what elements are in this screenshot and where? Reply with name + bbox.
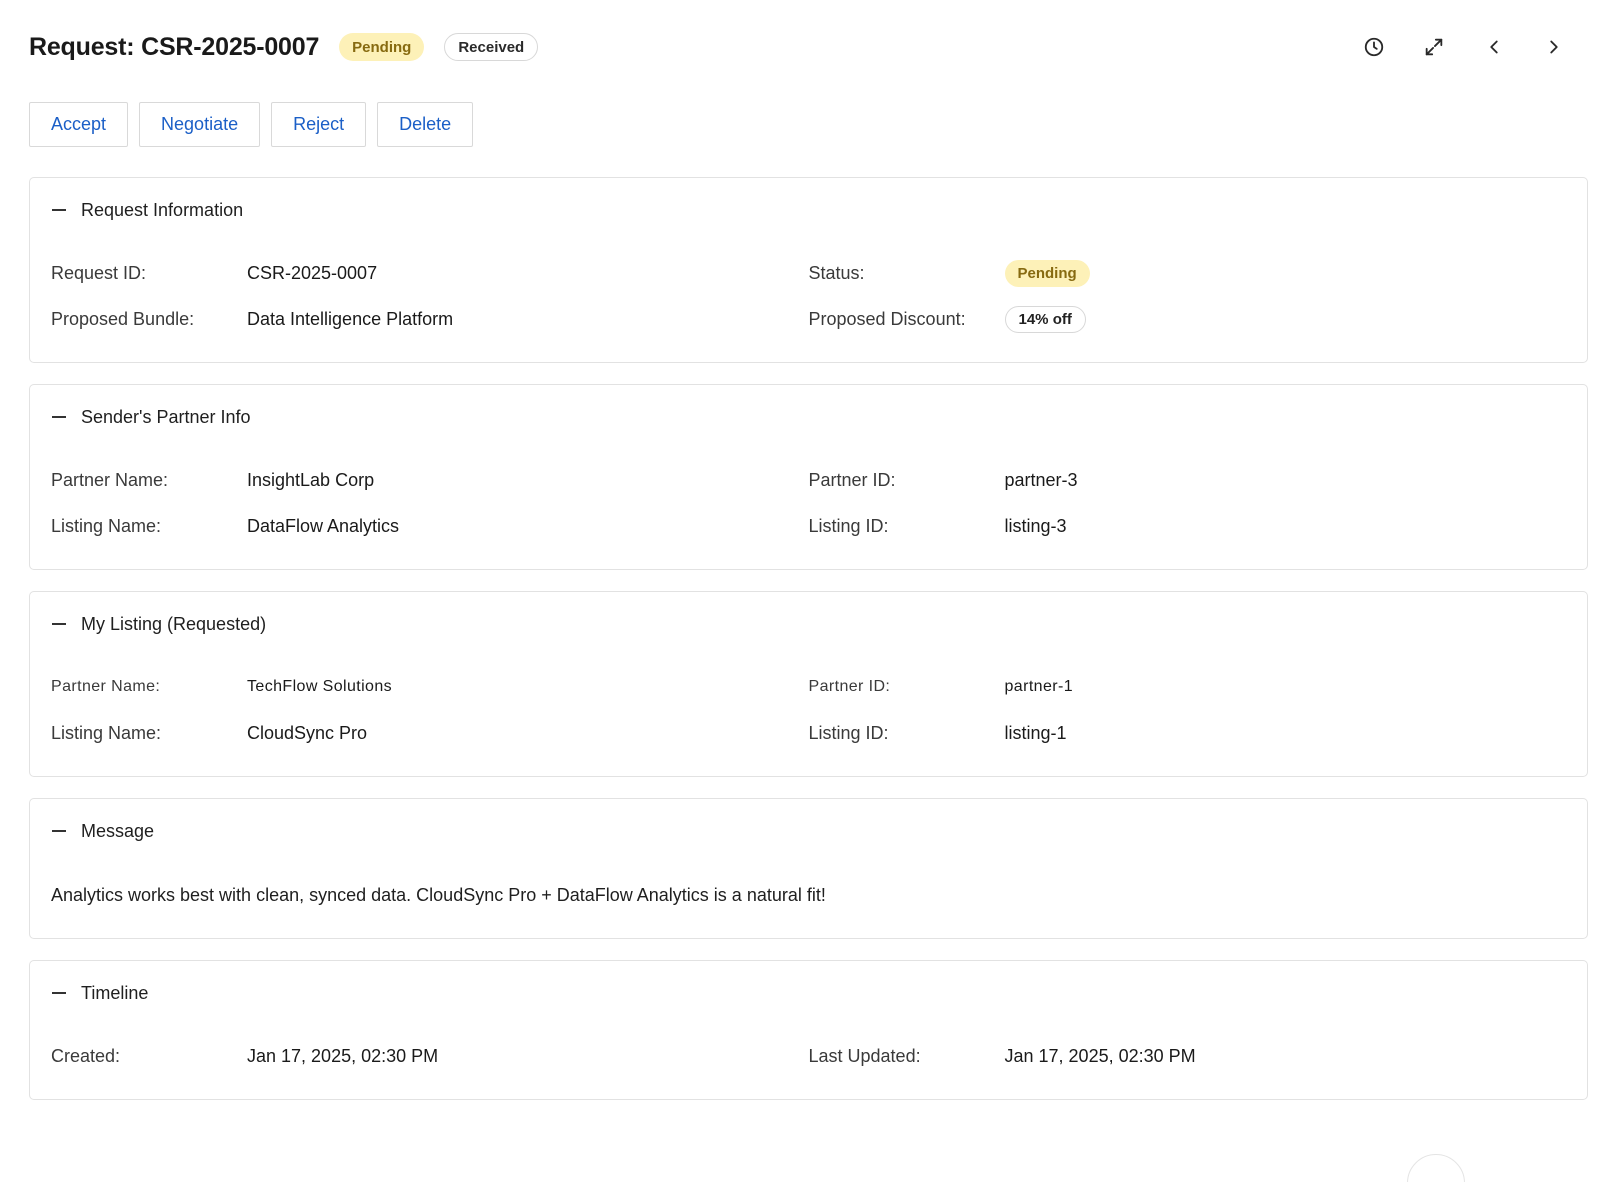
discount-chip: 14% off — [1004, 305, 1086, 333]
panel-body: Analytics works best with clean, synced … — [30, 863, 1587, 938]
expand-icon — [1425, 38, 1443, 56]
field-label: Partner ID: — [808, 678, 891, 695]
updated-field: Last Updated: Jan 17, 2025, 02:30 PM — [809, 1046, 1567, 1067]
field-label: Listing ID: — [808, 515, 889, 536]
message-header[interactable]: Message — [30, 799, 1587, 863]
info-row: Request ID: CSR-2025-0007 Status: Pendin… — [51, 250, 1566, 296]
panel-body: Partner Name: TechFlow Solutions Partner… — [30, 656, 1587, 776]
panel-title: Sender's Partner Info — [81, 406, 251, 427]
chevron-left-icon — [1490, 40, 1498, 54]
field-label: Partner Name: — [51, 678, 161, 695]
field-label: Created: — [51, 1045, 121, 1066]
info-row: Listing Name: DataFlow Analytics Listing… — [51, 503, 1566, 549]
listing-name-value: CloudSync Pro — [247, 722, 368, 743]
request-detail-page: Request: CSR-2025-0007 Pending Received — [0, 0, 1615, 1182]
collapse-icon[interactable] — [52, 830, 66, 832]
timeline-panel: Timeline Created: Jan 17, 2025, 02:30 PM… — [29, 960, 1588, 1100]
floating-action-button[interactable] — [1407, 1154, 1465, 1182]
collapse-icon[interactable] — [52, 416, 66, 418]
panel-body: Partner Name: InsightLab Corp Partner ID… — [30, 449, 1587, 569]
status-chip: Pending — [1004, 259, 1090, 287]
history-icon — [1364, 37, 1384, 57]
partner-id-value: partner-1 — [1004, 678, 1074, 695]
partner-id-field: Partner ID: partner-3 — [809, 470, 1567, 491]
updated-value: Jan 17, 2025, 02:30 PM — [1004, 1045, 1196, 1066]
negotiate-button[interactable]: Negotiate — [139, 102, 261, 147]
accept-button[interactable]: Accept — [29, 102, 129, 147]
message-panel: Message Analytics works best with clean,… — [29, 798, 1588, 939]
page-header: Request: CSR-2025-0007 Pending Received — [29, 0, 1586, 94]
info-row: Partner Name: TechFlow Solutions Partner… — [51, 664, 1566, 710]
collapse-icon[interactable] — [52, 992, 66, 994]
panel-title: Timeline — [81, 982, 149, 1003]
page-title: Request: CSR-2025-0007 — [29, 32, 320, 61]
field-label: Request ID: — [51, 262, 147, 283]
request-information-panel: Request Information Request ID: CSR-2025… — [29, 177, 1588, 363]
field-label: Partner Name: — [51, 469, 169, 490]
chevron-right-icon — [1550, 40, 1558, 54]
partner-name-field: Partner Name: TechFlow Solutions — [51, 678, 809, 696]
action-toolbar: Accept Negotiate Reject Delete — [29, 102, 1586, 147]
field-label: Listing Name: — [51, 722, 162, 743]
partner-id-value: partner-3 — [1004, 469, 1078, 490]
panel-body: Created: Jan 17, 2025, 02:30 PM Last Upd… — [30, 1025, 1587, 1099]
status-badge: Pending — [339, 33, 425, 61]
panel-title: Request Information — [81, 199, 244, 220]
panel-body: Request ID: CSR-2025-0007 Status: Pendin… — [30, 242, 1587, 362]
discount-field: Proposed Discount: 14% off — [808, 305, 1567, 333]
bundle-value: Data Intelligence Platform — [247, 308, 454, 329]
field-label: Status: — [808, 262, 865, 283]
listing-id-field: Listing ID: listing-1 — [809, 723, 1567, 744]
next-button[interactable] — [1524, 31, 1584, 63]
panel-title: Message — [81, 820, 155, 841]
sender-partner-panel: Sender's Partner Info Partner Name: Insi… — [29, 384, 1588, 570]
info-row: Listing Name: CloudSync Pro Listing ID: … — [51, 710, 1566, 756]
timeline-header[interactable]: Timeline — [30, 961, 1587, 1025]
field-label: Partner ID: — [808, 469, 896, 490]
message-text: Analytics works best with clean, synced … — [51, 885, 826, 905]
listing-name-value: DataFlow Analytics — [247, 515, 400, 536]
field-label: Last Updated: — [808, 1045, 921, 1066]
history-button[interactable] — [1344, 31, 1404, 63]
info-row: Created: Jan 17, 2025, 02:30 PM Last Upd… — [51, 1033, 1566, 1079]
reject-button[interactable]: Reject — [271, 102, 367, 147]
field-label: Proposed Discount: — [808, 308, 966, 329]
partner-name-value: TechFlow Solutions — [247, 678, 393, 695]
collapse-icon[interactable] — [52, 209, 66, 211]
partner-name-field: Partner Name: InsightLab Corp — [51, 470, 809, 491]
info-row: Partner Name: InsightLab Corp Partner ID… — [51, 457, 1566, 503]
status-field: Status: Pending — [808, 259, 1567, 287]
request-information-header[interactable]: Request Information — [30, 178, 1587, 242]
partner-name-value: InsightLab Corp — [247, 469, 375, 490]
header-actions — [1344, 31, 1584, 63]
panel-title: My Listing (Requested) — [81, 613, 267, 634]
request-id-field: Request ID: CSR-2025-0007 — [51, 263, 809, 284]
listing-name-field: Listing Name: CloudSync Pro — [51, 723, 809, 744]
info-row: Proposed Bundle: Data Intelligence Platf… — [51, 296, 1566, 342]
sender-partner-header[interactable]: Sender's Partner Info — [30, 385, 1587, 449]
previous-button[interactable] — [1464, 31, 1524, 63]
panels-container: Request Information Request ID: CSR-2025… — [29, 177, 1588, 1100]
direction-badge: Received — [444, 33, 539, 61]
listing-id-value: listing-3 — [1004, 515, 1067, 536]
my-listing-panel: My Listing (Requested) Partner Name: Tec… — [29, 591, 1588, 777]
created-field: Created: Jan 17, 2025, 02:30 PM — [51, 1046, 809, 1067]
field-label: Listing Name: — [51, 515, 162, 536]
delete-button[interactable]: Delete — [377, 102, 474, 147]
bundle-field: Proposed Bundle: Data Intelligence Platf… — [51, 309, 809, 330]
expand-button[interactable] — [1404, 31, 1464, 63]
collapse-icon[interactable] — [52, 623, 66, 625]
created-value: Jan 17, 2025, 02:30 PM — [247, 1045, 439, 1066]
listing-id-field: Listing ID: listing-3 — [809, 516, 1567, 537]
listing-id-value: listing-1 — [1004, 722, 1067, 743]
listing-name-field: Listing Name: DataFlow Analytics — [51, 516, 809, 537]
field-label: Listing ID: — [808, 722, 889, 743]
partner-id-field: Partner ID: partner-1 — [809, 678, 1567, 696]
request-id-value: CSR-2025-0007 — [247, 262, 378, 283]
field-label: Proposed Bundle: — [51, 308, 195, 329]
my-listing-header[interactable]: My Listing (Requested) — [30, 592, 1587, 656]
